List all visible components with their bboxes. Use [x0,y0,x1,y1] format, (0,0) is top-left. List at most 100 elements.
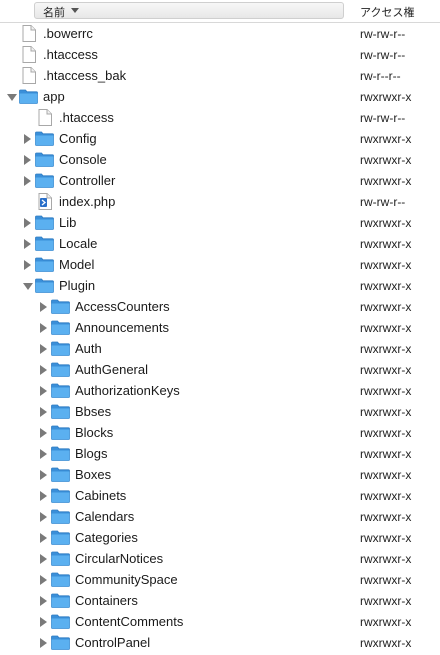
item-permissions: rwxrwxr-x [360,489,412,503]
disclosure-expanded-icon[interactable] [23,283,33,290]
folder-row[interactable]: Blogs rwxrwxr-x [0,443,440,464]
folder-icon [51,362,70,382]
name-column-header[interactable]: 名前 [34,2,344,19]
disclosure-collapsed-icon[interactable] [40,575,47,585]
folder-row[interactable]: Announcements rwxrwxr-x [0,317,440,338]
folder-row[interactable]: Lib rwxrwxr-x [0,212,440,233]
disclosure-collapsed-icon[interactable] [24,260,31,270]
folder-icon [35,215,54,235]
item-permissions: rwxrwxr-x [360,636,412,650]
folder-icon [51,509,70,529]
item-name: Plugin [59,278,96,293]
folder-row[interactable]: Blocks rwxrwxr-x [0,422,440,443]
item-name: ContentComments [75,614,184,629]
disclosure-collapsed-icon[interactable] [40,491,47,501]
disclosure-collapsed-icon[interactable] [40,470,47,480]
item-permissions: rwxrwxr-x [360,468,412,482]
disclosure-collapsed-icon[interactable] [24,134,31,144]
folder-row[interactable]: Auth rwxrwxr-x [0,338,440,359]
item-name: CommunitySpace [75,572,178,587]
item-permissions: rwxrwxr-x [360,300,412,314]
folder-row[interactable]: Console rwxrwxr-x [0,149,440,170]
disclosure-collapsed-icon[interactable] [40,596,47,606]
item-name: Lib [59,215,77,230]
file-list: .bowerrc rw-rw-r-- .htaccess rw-rw-r-- .htac… [0,23,440,653]
disclosure-collapsed-icon[interactable] [40,512,47,522]
folder-row[interactable]: AuthGeneral rwxrwxr-x [0,359,440,380]
folder-row[interactable]: CommunitySpace rwxrwxr-x [0,569,440,590]
item-name: Cabinets [75,488,127,503]
disclosure-collapsed-icon[interactable] [40,617,47,627]
disclosure-collapsed-icon[interactable] [40,638,47,648]
disclosure-collapsed-icon[interactable] [40,323,47,333]
folder-icon [51,299,70,319]
disclosure-collapsed-icon[interactable] [40,533,47,543]
folder-row[interactable]: Config rwxrwxr-x [0,128,440,149]
file-row[interactable]: .htaccess rw-rw-r-- [0,107,440,128]
item-permissions: rwxrwxr-x [360,258,412,272]
folder-row[interactable]: CircularNotices rwxrwxr-x [0,548,440,569]
item-name: Bbses [75,404,112,419]
item-name: AccessCounters [75,299,170,314]
file-row[interactable]: .htaccess_bak rw-r--r-- [0,65,440,86]
folder-row[interactable]: ControlPanel rwxrwxr-x [0,632,440,653]
disclosure-collapsed-icon[interactable] [40,302,47,312]
disclosure-collapsed-icon[interactable] [40,554,47,564]
column-header-bar: 名前 アクセス権 [0,0,440,23]
folder-icon [51,425,70,445]
folder-icon [51,488,70,508]
disclosure-collapsed-icon[interactable] [40,449,47,459]
disclosure-collapsed-icon[interactable] [24,176,31,186]
folder-row[interactable]: ContentComments rwxrwxr-x [0,611,440,632]
item-permissions: rwxrwxr-x [360,216,412,230]
folder-row[interactable]: app rwxrwxr-x [0,86,440,107]
folder-row[interactable]: Controller rwxrwxr-x [0,170,440,191]
folder-row[interactable]: Locale rwxrwxr-x [0,233,440,254]
item-permissions: rwxrwxr-x [360,321,412,335]
item-name: CircularNotices [75,551,164,566]
folder-row[interactable]: Plugin rwxrwxr-x [0,275,440,296]
disclosure-collapsed-icon[interactable] [40,344,47,354]
disclosure-collapsed-icon[interactable] [40,386,47,396]
item-permissions: rwxrwxr-x [360,405,412,419]
item-permissions: rwxrwxr-x [360,552,412,566]
disclosure-collapsed-icon[interactable] [24,155,31,165]
disclosure-collapsed-icon[interactable] [40,407,47,417]
disclosure-collapsed-icon[interactable] [24,239,31,249]
folder-icon [51,467,70,487]
file-row[interactable]: index.php rw-rw-r-- [0,191,440,212]
item-permissions: rwxrwxr-x [360,237,412,251]
item-name: Calendars [75,509,135,524]
folder-row[interactable]: AuthorizationKeys rwxrwxr-x [0,380,440,401]
disclosure-collapsed-icon[interactable] [24,218,31,228]
item-permissions: rwxrwxr-x [360,447,412,461]
folder-row[interactable]: Cabinets rwxrwxr-x [0,485,440,506]
folder-row[interactable]: Model rwxrwxr-x [0,254,440,275]
folder-icon [35,131,54,151]
folder-icon [51,551,70,571]
item-name: Blocks [75,425,114,440]
item-permissions: rwxrwxr-x [360,510,412,524]
folder-row[interactable]: Containers rwxrwxr-x [0,590,440,611]
item-permissions: rwxrwxr-x [360,594,412,608]
folder-icon [51,530,70,550]
item-name: Auth [75,341,102,356]
disclosure-collapsed-icon[interactable] [40,365,47,375]
folder-row[interactable]: Bbses rwxrwxr-x [0,401,440,422]
file-row[interactable]: .bowerrc rw-rw-r-- [0,23,440,44]
disclosure-collapsed-icon[interactable] [40,428,47,438]
folder-row[interactable]: Categories rwxrwxr-x [0,527,440,548]
permissions-column-header[interactable]: アクセス権 [360,4,414,20]
folder-icon [35,257,54,277]
item-name: Boxes [75,467,112,482]
folder-row[interactable]: Boxes rwxrwxr-x [0,464,440,485]
item-name: AuthorizationKeys [75,383,180,398]
folder-row[interactable]: AccessCounters rwxrwxr-x [0,296,440,317]
folder-row[interactable]: Calendars rwxrwxr-x [0,506,440,527]
folder-icon [51,593,70,613]
disclosure-expanded-icon[interactable] [7,94,17,101]
item-permissions: rwxrwxr-x [360,90,412,104]
file-row[interactable]: .htaccess rw-rw-r-- [0,44,440,65]
folder-icon [35,152,54,172]
folder-icon [35,173,54,193]
